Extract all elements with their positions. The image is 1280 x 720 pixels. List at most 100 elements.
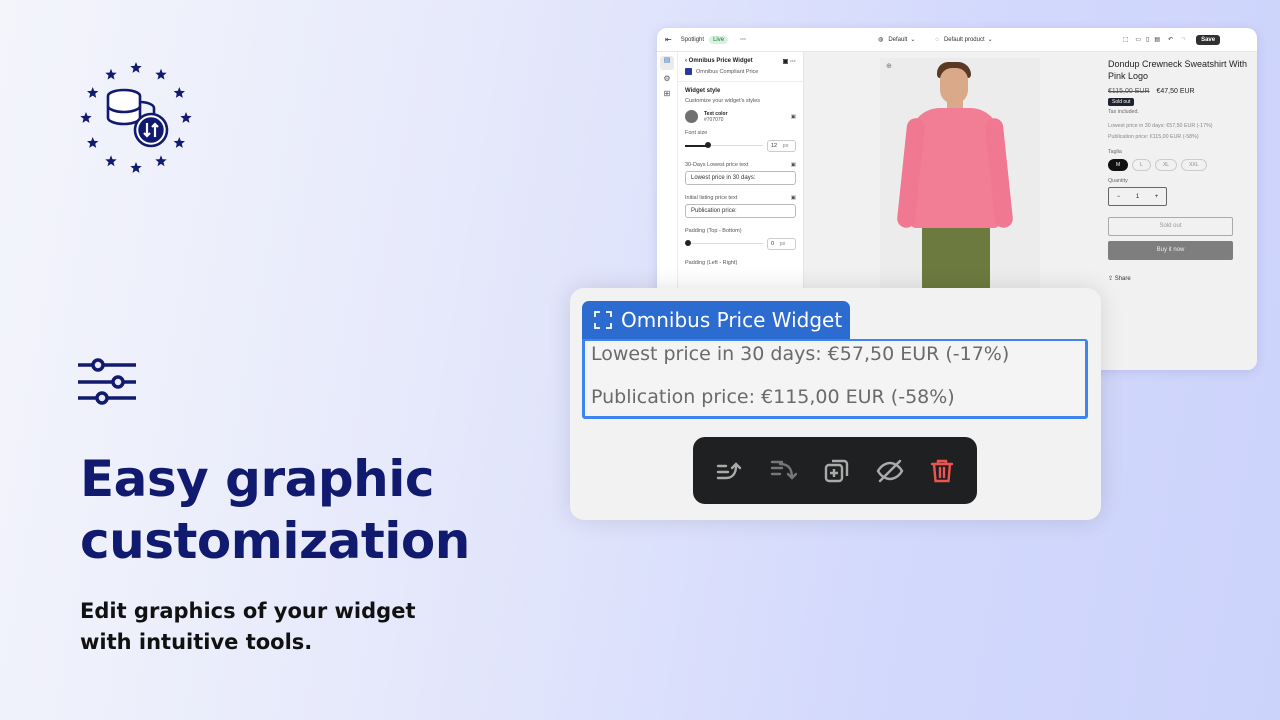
- size-option[interactable]: L: [1132, 159, 1151, 171]
- omnibus-logo-icon: [80, 62, 192, 173]
- share-label: Share: [1114, 276, 1131, 282]
- delete-icon[interactable]: [930, 458, 954, 484]
- star-icon: [80, 112, 92, 123]
- star-icon: [130, 62, 142, 73]
- decrease-button[interactable]: −: [1117, 194, 1121, 200]
- sections-icon[interactable]: ▤: [660, 56, 674, 70]
- size-label: Taglia: [1108, 149, 1122, 155]
- star-icon: [87, 87, 99, 98]
- quantity-label: Quantity: [1108, 178, 1128, 184]
- zoom-icon[interactable]: ⊕: [886, 62, 892, 70]
- star-icon: [155, 155, 167, 167]
- panel-actions[interactable]: ▣ ···: [783, 58, 796, 65]
- sliders-icon: [78, 358, 136, 405]
- database-icon[interactable]: ▣: [791, 114, 796, 120]
- initial-text-input[interactable]: Publication price:: [685, 204, 796, 218]
- mobile-icon[interactable]: ▯: [1146, 36, 1149, 43]
- padding-tb-slider[interactable]: 0 px: [685, 238, 796, 250]
- publication-price-text: Publication price: €115,00 EUR (-58%): [1108, 134, 1199, 140]
- chevron-down-icon: ⌄: [987, 37, 993, 43]
- back-link[interactable]: ‹ Omnibus Price Widget: [685, 58, 753, 65]
- quantity-stepper[interactable]: − 1 +: [1108, 187, 1167, 206]
- widget-tab[interactable]: Omnibus Price Widget: [582, 301, 850, 339]
- share-button[interactable]: ⇪ Share: [1108, 275, 1249, 282]
- save-button[interactable]: Save: [1196, 34, 1221, 45]
- widget-selection-box[interactable]: Lowest price in 30 days: €57,50 EUR (-17…: [582, 339, 1088, 419]
- subtitle-line: with intuitive tools.: [80, 630, 313, 654]
- more-button[interactable]: ···: [740, 37, 746, 43]
- share-icon: ⇪: [1108, 276, 1114, 282]
- redo-icon[interactable]: ↷: [1181, 36, 1186, 43]
- size-options: M L XL XXL: [1108, 159, 1249, 171]
- editor-topbar: ⇤ Spotlight Live ··· ◍ Default ⌄ ◌ Defaul…: [657, 28, 1257, 52]
- font-size-slider[interactable]: 12 px: [685, 140, 796, 152]
- star-icon: [87, 137, 99, 148]
- lowest-text-label: 30-Days Lowest price text: [685, 162, 749, 168]
- padding-tb-label: Padding (Top - Bottom): [685, 228, 742, 234]
- star-icon: [173, 87, 185, 98]
- unit-label: px: [779, 241, 786, 247]
- padding-tb-value[interactable]: 0: [771, 241, 774, 247]
- fullwidth-icon[interactable]: ▤: [1154, 36, 1160, 43]
- star-icon: [105, 68, 117, 80]
- section-title: Widget style: [685, 88, 721, 94]
- star-icon: [173, 137, 185, 148]
- title-line: customization: [80, 512, 470, 570]
- widget-zoom-card: Omnibus Price Widget Lowest price in 30 …: [570, 288, 1101, 520]
- font-size-value[interactable]: 12: [771, 143, 777, 149]
- widget-publication-price: Publication price: €115,00 EUR (-58%): [591, 386, 955, 408]
- database-icon[interactable]: ▣: [791, 162, 796, 168]
- inspector-icon[interactable]: ⬚: [1123, 36, 1129, 43]
- increase-button[interactable]: +: [1155, 194, 1159, 200]
- widget-tab-label: Omnibus Price Widget: [621, 308, 843, 332]
- star-icon: [180, 112, 192, 123]
- star-icon: [155, 68, 167, 80]
- apps-icon[interactable]: ⊞: [657, 89, 677, 98]
- widget-lowest-price: Lowest price in 30 days: €57,50 EUR (-17…: [591, 343, 1010, 365]
- size-option[interactable]: M: [1108, 159, 1129, 171]
- undo-icon[interactable]: ↶: [1168, 36, 1173, 43]
- product-title: Dondup Crewneck Sweatshirt With Pink Log…: [1108, 59, 1248, 81]
- move-up-icon[interactable]: [716, 458, 744, 484]
- star-icon: [105, 155, 117, 167]
- app-name: Omnibus Compliant Price: [696, 68, 759, 75]
- text-color-value: #707070: [704, 116, 724, 123]
- theme-select[interactable]: Default: [888, 37, 907, 43]
- size-option[interactable]: XL: [1154, 159, 1178, 171]
- panel-title: Omnibus Price Widget: [688, 58, 753, 64]
- section-desc: Customize your widget's styles: [685, 98, 761, 104]
- tax-note: Tax included.: [1108, 109, 1139, 115]
- unit-label: px: [782, 143, 789, 149]
- sale-price: €47,50 EUR: [1156, 88, 1195, 95]
- quantity-value[interactable]: 1: [1136, 194, 1139, 200]
- product-icon: ◌: [935, 36, 939, 43]
- title-line: Easy graphic: [80, 450, 435, 508]
- subtitle-line: Edit graphics of your widget: [80, 599, 416, 623]
- settings-icon[interactable]: ⚙: [657, 74, 677, 83]
- desktop-icon[interactable]: ▭: [1135, 36, 1141, 43]
- app-name: Spotlight: [680, 36, 705, 43]
- lowest-text-input[interactable]: Lowest price in 30 days:: [685, 171, 796, 185]
- hero-subtitle: Edit graphics of your widget with intuiti…: [80, 596, 415, 658]
- sold-out-badge: Sold out: [1108, 98, 1135, 106]
- template-select[interactable]: Default product: [944, 37, 985, 43]
- buy-now-button[interactable]: Buy it now: [1108, 241, 1233, 260]
- hide-icon[interactable]: [876, 459, 904, 483]
- old-price: €115,00 EUR: [1108, 88, 1150, 95]
- globe-icon: ◍: [878, 37, 884, 43]
- initial-text-label: Initial listing price text: [685, 195, 738, 201]
- database-icon[interactable]: ▣: [791, 195, 796, 201]
- widget-toolbar: [693, 437, 977, 504]
- sold-out-button[interactable]: Sold out: [1108, 217, 1233, 236]
- move-down-icon[interactable]: [770, 458, 798, 484]
- chevron-down-icon: ⌄: [910, 37, 916, 43]
- duplicate-icon[interactable]: [824, 458, 850, 484]
- app-icon: [685, 68, 692, 75]
- select-frame-icon: [594, 311, 612, 329]
- exit-icon[interactable]: ⇤: [665, 35, 672, 44]
- live-badge: Live: [709, 35, 729, 44]
- hero-title: Easy graphic customization: [80, 448, 470, 572]
- text-color-swatch[interactable]: [685, 110, 698, 123]
- padding-lr-label: Padding (Left - Right): [685, 260, 738, 266]
- size-option[interactable]: XXL: [1181, 159, 1207, 171]
